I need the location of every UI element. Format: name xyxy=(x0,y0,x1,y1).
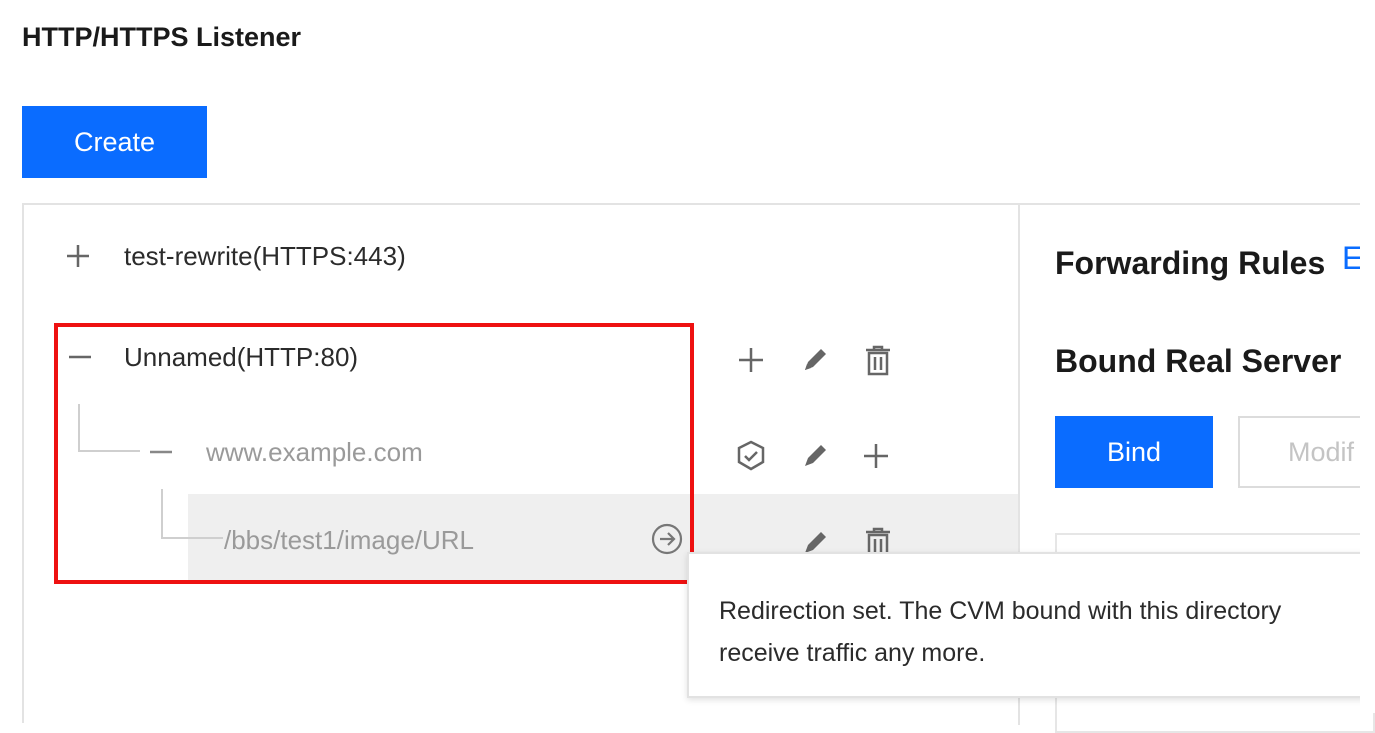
highlight-annotation-box xyxy=(54,323,694,584)
redirect-tooltip: Redirection set. The CVM bound with this… xyxy=(687,552,1375,698)
delete-trash-icon[interactable] xyxy=(860,342,896,378)
page-title: HTTP/HTTPS Listener xyxy=(22,22,302,52)
right-edge-mask xyxy=(1360,0,1375,713)
forwarding-rules-title: Forwarding Rules xyxy=(1055,245,1326,281)
tooltip-line-1: Redirection set. The CVM bound with this… xyxy=(719,597,1282,625)
modify-button[interactable]: Modif xyxy=(1238,416,1375,488)
bind-button[interactable]: Bind xyxy=(1055,416,1213,488)
edit-pencil-icon[interactable] xyxy=(797,342,833,378)
listener-item-test-rewrite[interactable]: test-rewrite(HTTPS:443) xyxy=(124,241,406,272)
bound-real-server-title: Bound Real Server xyxy=(1055,343,1342,379)
shield-icon[interactable] xyxy=(733,438,769,474)
expand-plus-icon[interactable] xyxy=(60,238,96,274)
tooltip-line-2: receive traffic any more. xyxy=(719,639,986,667)
add-plus-icon[interactable] xyxy=(858,438,894,474)
add-plus-icon[interactable] xyxy=(733,342,769,378)
create-button[interactable]: Create xyxy=(22,106,207,178)
edit-pencil-icon[interactable] xyxy=(797,438,833,474)
